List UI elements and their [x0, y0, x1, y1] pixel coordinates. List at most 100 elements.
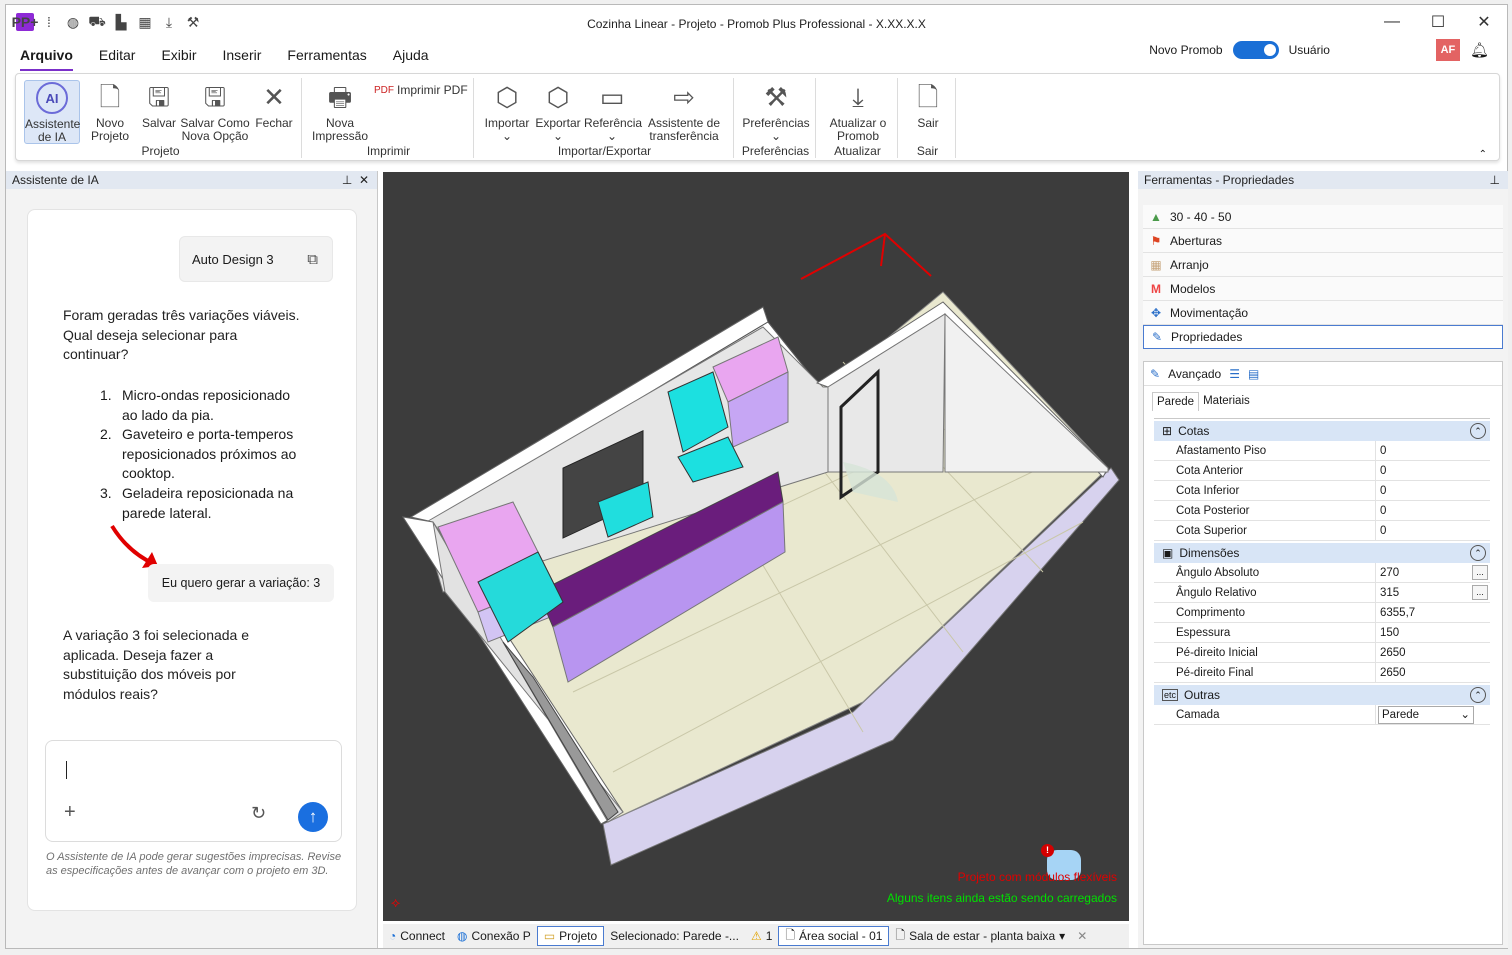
list-item: 1. Micro-ondas reposicionado ao lado da p…	[100, 387, 291, 423]
save-icon: 🖫︎	[147, 81, 171, 112]
tool-aberturas[interactable]: ⚑ Aberturas	[1143, 229, 1503, 253]
ai-assistant-button[interactable]: AI Assistente de IA	[24, 80, 80, 144]
close-panel-icon[interactable]: ✕	[359, 173, 369, 187]
properties-grid-box: ✎ Avançado ☰ ▤ Parede Materiais ⊞ Cotas ⌃ …	[1143, 361, 1503, 945]
etc-icon: etc	[1162, 689, 1179, 701]
new-file-icon: 🗋︎	[99, 81, 121, 112]
menu-ferramentas[interactable]: Ferramentas	[287, 47, 366, 71]
section-outras[interactable]: etc Outras ⌃	[1154, 685, 1490, 705]
page-icon: 🗋︎	[895, 927, 906, 942]
tool-modelos[interactable]: M Modelos	[1143, 277, 1503, 301]
tool-arranjo[interactable]: ▦ Arranjo	[1143, 253, 1503, 277]
tool-30-40-50[interactable]: ▲ 30 - 40 - 50	[1143, 205, 1503, 229]
tab-parede[interactable]: Parede	[1152, 392, 1200, 411]
reload-icon[interactable]: ↻	[251, 803, 266, 824]
3d-viewport[interactable]: Projeto com módulos flexíveis Alguns ite…	[383, 172, 1129, 921]
close-icon[interactable]: ✕	[1461, 5, 1507, 39]
close-project-button[interactable]: ✕ Fechar	[254, 80, 294, 130]
layer-select[interactable]: Parede ⌄	[1378, 706, 1474, 724]
exit-button[interactable]: 🗋︎ Sair	[906, 80, 950, 130]
tool-propriedades[interactable]: ✎ Propriedades	[1143, 325, 1503, 349]
status-close-icon[interactable]: ✕	[1071, 926, 1093, 946]
group-label: Importar/Exportar	[557, 144, 652, 158]
ellipsis-button[interactable]: ...	[1472, 565, 1488, 580]
status-projeto[interactable]: ▭ Projeto	[536, 926, 605, 946]
panel-header: Assistente de IA ⊥ ✕	[6, 171, 377, 189]
globe-icon: ◍	[456, 929, 468, 943]
advanced-button[interactable]: Avançado	[1168, 367, 1221, 381]
status-connect[interactable]: ◔ Connect	[383, 926, 451, 946]
ribbon: AI Assistente de IA 🗋︎ Novo Projeto 🖫︎ S…	[15, 73, 1500, 161]
reference-button[interactable]: ▭ Referência ⌄	[584, 80, 642, 143]
collapse-icon: ⌃	[1470, 423, 1486, 439]
ruler-icon: ▲	[1150, 209, 1162, 224]
list-view-icon[interactable]: ☰	[1229, 367, 1240, 381]
section-dimensoes[interactable]: ▣ Dimensões ⌃	[1154, 543, 1490, 563]
external-link-icon[interactable]: ⧉	[307, 251, 318, 268]
tool-movimentacao[interactable]: ✥ Movimentação	[1143, 301, 1503, 325]
pin-icon[interactable]: ⊥	[1490, 171, 1500, 189]
collapse-ribbon-icon[interactable]: ⌃	[1479, 149, 1487, 160]
novo-promob-toggle[interactable]	[1232, 41, 1279, 59]
table-row[interactable]: Camada Parede ⌄	[1154, 705, 1490, 725]
table-row[interactable]: Ângulo Absoluto 270...	[1154, 563, 1490, 583]
menu-editar[interactable]: Editar	[99, 47, 136, 71]
section-cotas[interactable]: ⊞ Cotas ⌃	[1154, 421, 1490, 441]
table-row[interactable]: Cota Anterior 0	[1154, 461, 1490, 481]
export-button[interactable]: ⬡ Exportar ⌄	[534, 80, 582, 143]
properties-icon: ✎	[1151, 330, 1163, 344]
table-row[interactable]: Pé-direito Final 2650	[1154, 663, 1490, 683]
user-label[interactable]: Usuário	[1289, 43, 1330, 57]
status-warnings[interactable]: ⚠ 1	[745, 926, 778, 946]
menu-exibir[interactable]: Exibir	[161, 47, 196, 71]
table-row[interactable]: Cota Superior 0	[1154, 521, 1490, 541]
ribbon-group-projeto: AI Assistente de IA 🗋︎ Novo Projeto 🖫︎ S…	[20, 78, 302, 158]
menu-inserir[interactable]: Inserir	[222, 47, 261, 71]
table-row[interactable]: Comprimento 6355,7	[1154, 603, 1490, 623]
save-as-icon: 🖫︎	[203, 81, 227, 112]
tab-materiais[interactable]: Materiais	[1199, 392, 1254, 411]
ribbon-group-imprimir: 🖶︎ Nova Impressão PDF Imprimir PDF Impri…	[304, 78, 474, 158]
menu-ajuda[interactable]: Ajuda	[393, 47, 429, 71]
update-button[interactable]: ⤓ Atualizar o Promob	[822, 80, 894, 143]
status-conexao[interactable]: ◍ Conexão P	[451, 926, 537, 946]
maximize-icon[interactable]: ☐	[1415, 5, 1461, 39]
warning-loading-items: Alguns itens ainda estão sendo carregado…	[886, 891, 1117, 905]
transfer-icon: ⇨	[673, 81, 695, 112]
print-pdf-button[interactable]: PDF Imprimir PDF	[374, 84, 470, 97]
avatar[interactable]: AF	[1435, 39, 1460, 61]
connect-icon: ◔	[389, 929, 397, 943]
import-cube-icon: ⬡	[495, 81, 519, 112]
new-project-button[interactable]: 🗋︎ Novo Projeto	[86, 80, 134, 143]
status-sala[interactable]: 🗋︎ Sala de estar - planta baixa ▾	[889, 926, 1071, 946]
save-button[interactable]: 🖫︎ Salvar	[138, 80, 180, 130]
bell-icon[interactable]: 🔔︎	[1470, 41, 1489, 59]
text-cursor	[66, 761, 67, 779]
auto-design-chip[interactable]: Auto Design 3 ⧉	[179, 236, 333, 282]
table-row[interactable]: Cota Inferior 0	[1154, 481, 1490, 501]
ellipsis-button[interactable]: ...	[1472, 585, 1488, 600]
pin-icon[interactable]: ⊥	[342, 173, 352, 187]
chat-input[interactable]: + ↻ ↑	[45, 740, 342, 842]
table-row[interactable]: Pé-direito Inicial 2650	[1154, 643, 1490, 663]
table-view-icon[interactable]: ▤	[1248, 367, 1259, 381]
new-print-button[interactable]: 🖶︎ Nova Impressão	[310, 80, 370, 143]
move-icon: ✥	[1150, 305, 1162, 320]
transfer-assistant-button[interactable]: ⇨ Assistente de transferência	[644, 80, 724, 143]
plus-icon[interactable]: +	[64, 801, 76, 824]
window-title: Cozinha Linear - Projeto - Promob Plus P…	[587, 17, 926, 31]
table-row[interactable]: Espessura 150	[1154, 623, 1490, 643]
status-area[interactable]: 🗋︎ Área social - 01	[778, 926, 890, 946]
window-controls: — ☐ ✕	[1369, 5, 1507, 39]
table-row[interactable]: Ângulo Relativo 315...	[1154, 583, 1490, 603]
send-button[interactable]: ↑	[298, 802, 328, 832]
preferences-button[interactable]: ⚒ Preferências ⌄	[740, 80, 812, 143]
import-button[interactable]: ⬡ Importar ⌄	[482, 80, 532, 143]
status-bar: ◔ Connect ◍ Conexão P ▭ Projeto Selecionado…	[383, 924, 1129, 948]
table-row[interactable]: Afastamento Piso 0	[1154, 441, 1490, 461]
ribbon-group-preferencias: ⚒ Preferências ⌄ Preferências	[736, 78, 816, 158]
menu-arquivo[interactable]: Arquivo	[20, 47, 73, 71]
minimize-icon[interactable]: —	[1369, 5, 1415, 39]
table-row[interactable]: Cota Posterior 0	[1154, 501, 1490, 521]
save-as-button[interactable]: 🖫︎ Salvar Como Nova Opção	[180, 80, 250, 143]
